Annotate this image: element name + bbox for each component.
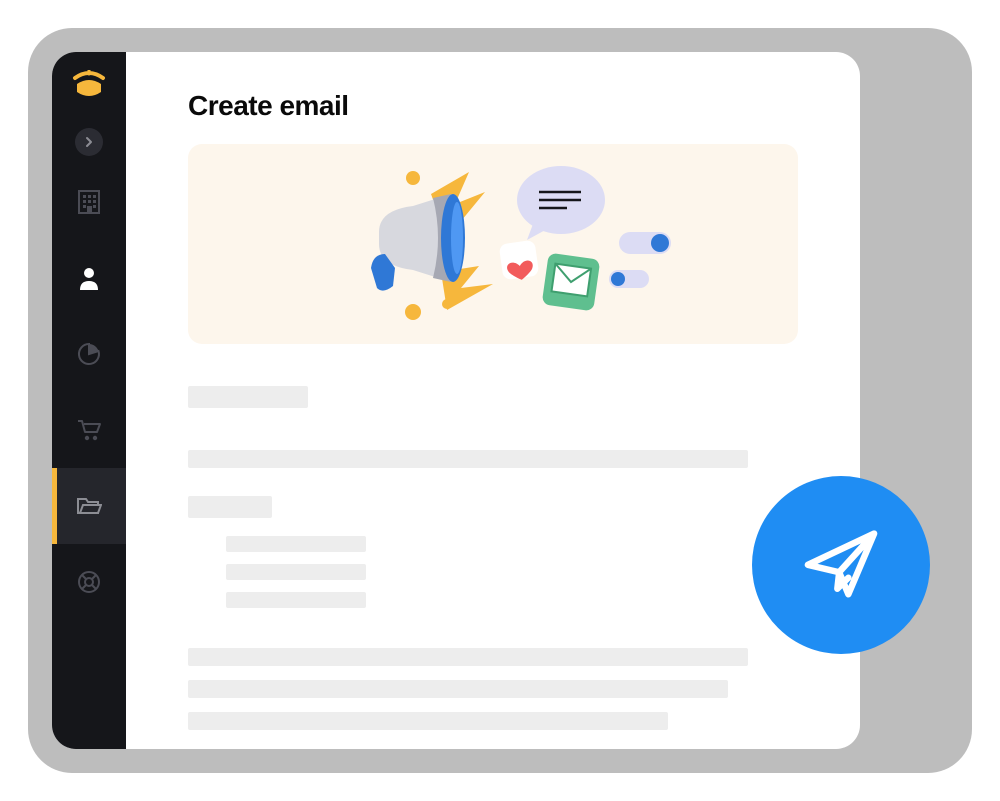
sidebar-item-campaigns[interactable]	[52, 468, 126, 544]
sidebar-item-company[interactable]	[52, 164, 126, 240]
sidebar	[52, 52, 126, 749]
sidebar-item-orders[interactable]	[52, 392, 126, 468]
chart-pie-icon	[77, 342, 101, 366]
content-placeholder	[188, 680, 728, 698]
chevron-right-icon	[75, 128, 103, 156]
sidebar-item-help[interactable]	[52, 544, 126, 620]
sidebar-item-reports[interactable]	[52, 316, 126, 392]
content-placeholder	[188, 386, 308, 408]
content-placeholder	[188, 450, 748, 468]
content-placeholder	[226, 592, 366, 608]
content-placeholder	[188, 648, 748, 666]
app-logo[interactable]	[71, 70, 107, 98]
cart-icon	[76, 418, 102, 442]
lifebuoy-icon	[77, 570, 101, 594]
sidebar-item-expand[interactable]	[52, 120, 126, 164]
user-icon	[78, 266, 100, 290]
main-content: Create email	[126, 52, 860, 749]
content-placeholder	[188, 712, 668, 730]
folder-open-icon	[76, 495, 102, 517]
content-placeholder	[226, 536, 366, 552]
paper-plane-icon	[795, 517, 887, 614]
app-window-frame: Create email	[28, 28, 972, 773]
building-icon	[77, 189, 101, 215]
content-placeholder	[226, 564, 366, 580]
content-placeholder	[188, 496, 272, 518]
send-button[interactable]	[752, 476, 930, 654]
sidebar-nav	[52, 120, 126, 620]
sidebar-item-contacts[interactable]	[52, 240, 126, 316]
megaphone-announcement-illustration	[283, 154, 703, 334]
app-window: Create email	[52, 52, 860, 749]
hero-illustration	[188, 144, 798, 344]
page-title: Create email	[188, 90, 798, 122]
